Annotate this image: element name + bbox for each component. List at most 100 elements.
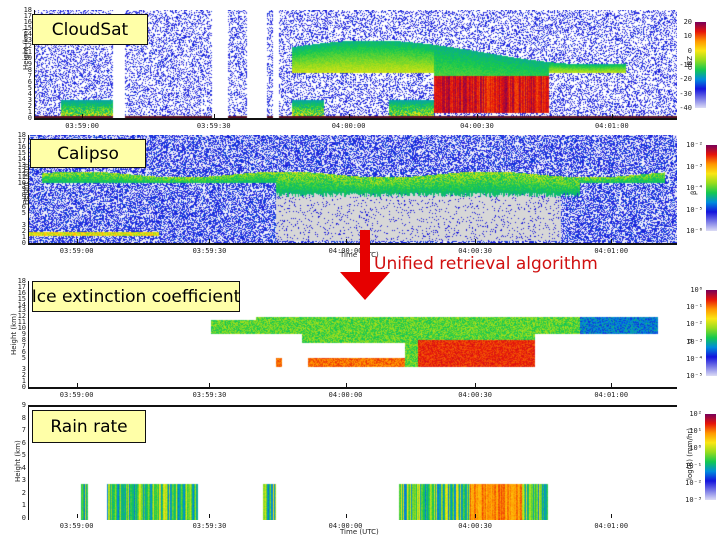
x-tick-mark — [76, 514, 78, 518]
x-tick-label: 04:00:30 — [458, 391, 492, 399]
panel-cloudsat: Height (km) 0 1 2 3 4 5 6 7 8 9 10 11 12 13 14 15 16 17 18… — [0, 0, 720, 130]
x-tick-label: 04:00:30 — [458, 522, 492, 530]
y-tick-label: 17 — [17, 137, 26, 145]
panel-title: Ice extinction coefficient — [32, 281, 240, 312]
x-tick-mark — [209, 383, 211, 387]
y-tick-label: 0 — [21, 514, 26, 522]
y-tick-label: 2 — [21, 227, 26, 235]
y-tick-label: 7 — [21, 426, 26, 435]
colorbar-tick-label: 10 — [683, 32, 692, 41]
y-tick-label: 11 — [17, 173, 26, 181]
x-tick-mark — [475, 239, 477, 243]
y-tick-label: 3 — [21, 476, 26, 485]
arrow-down-icon-shaft — [360, 230, 370, 272]
y-tick-label: 1 — [21, 233, 26, 241]
y-tick-label: 8 — [21, 413, 26, 422]
x-tick-mark — [348, 114, 350, 118]
y-tick-label: 4 — [21, 463, 26, 472]
y-tick-label: 9 — [21, 401, 26, 409]
y-tick-label: 8 — [21, 191, 26, 199]
x-axis-label: Time (UTC) — [340, 528, 379, 536]
y-tick-label: 3 — [21, 221, 26, 229]
x-tick-label: 03:59:30 — [192, 247, 227, 255]
y-tick-label: 10 — [23, 54, 32, 62]
y-tick-label: 18 — [17, 277, 26, 285]
y-tick-label: 14 — [23, 30, 32, 38]
y-tick-label: 3 — [27, 96, 32, 104]
colorbar-tick-label: 10² — [689, 410, 702, 418]
colorbar — [705, 414, 716, 500]
x-tick-mark — [82, 114, 84, 118]
y-tick-label: 0 — [21, 239, 26, 247]
x-tick-mark — [611, 239, 613, 243]
colorbar-tick-label: -40 — [679, 104, 692, 112]
colorbar-tick-label: 0 — [687, 46, 692, 55]
colorbar-tick-label: 10⁻⁵ — [686, 372, 703, 380]
colorbar-tick-label: 10⁻² — [686, 141, 703, 149]
y-tick-label: 12 — [23, 42, 32, 50]
y-tick-label: 7 — [27, 72, 32, 80]
y-tick-label: 12 — [17, 167, 26, 175]
colorbar-tick-label: 10⁻⁵ — [686, 205, 703, 214]
panel-title: CloudSat — [32, 14, 148, 45]
x-tick-label: 04:01:00 — [594, 522, 629, 530]
y-tick-label: 6 — [21, 203, 26, 211]
colorbar-label: log(R) (mm/hr) — [686, 428, 694, 480]
y-tick-label: 5 — [21, 451, 26, 460]
y-tick-label: 15 — [23, 24, 32, 32]
panel-title: Calipso — [30, 139, 146, 168]
x-tick-label: 03:59:00 — [59, 247, 94, 255]
y-tick-label: 15 — [17, 149, 26, 157]
colorbar-tick-label: 10⁰ — [690, 286, 703, 294]
y-tick-label: 1 — [21, 501, 26, 510]
colorbar-tick-label: -20 — [679, 75, 692, 84]
colorbar-tick-label: 10⁻² — [686, 320, 703, 329]
y-tick-label: 9 — [21, 185, 26, 193]
y-tick-label: 13 — [23, 36, 32, 44]
y-tick-label: 7 — [21, 197, 26, 205]
x-tick-label: 03:59:00 — [59, 391, 94, 399]
y-tick-label: 6 — [27, 78, 32, 86]
x-tick-mark — [209, 239, 211, 243]
y-tick-label: 1 — [27, 108, 32, 116]
y-tick-label: 2 — [27, 102, 32, 110]
y-tick-label: 2 — [21, 488, 26, 497]
y-tick-label: 5 — [27, 84, 32, 92]
colorbar-tick-label: 10⁻⁶ — [686, 227, 703, 235]
x-tick-mark — [76, 383, 78, 387]
x-tick-mark — [475, 514, 477, 518]
colorbar — [706, 145, 717, 231]
x-tick-mark — [476, 114, 478, 118]
y-tick-label: 3 — [21, 365, 26, 374]
arrow-down-icon — [340, 272, 390, 300]
colorbar-tick-label: 10⁻⁴ — [686, 354, 703, 363]
y-tick-label: 18 — [17, 131, 26, 139]
y-tick-label: 14 — [17, 155, 26, 163]
colorbar-tick-label: -30 — [679, 89, 692, 98]
x-tick-mark — [611, 114, 613, 118]
colorbar-tick-label: 20 — [683, 18, 692, 26]
y-tick-label: 4 — [27, 90, 32, 98]
x-tick-label: 04:01:00 — [594, 391, 629, 399]
x-tick-mark — [345, 514, 347, 518]
y-tick-label: 8 — [27, 66, 32, 74]
y-tick-label: 17 — [23, 12, 32, 20]
panel-rain-rate: Height (km) 0123456789 Rain rate 03:59:0… — [0, 400, 720, 540]
y-tick-label: 10 — [17, 179, 26, 187]
y-tick-label: 18 — [23, 6, 32, 14]
y-tick-label: 0 — [27, 114, 32, 122]
x-tick-label: 04:01:00 — [594, 247, 629, 255]
y-tick-label: 6 — [21, 438, 26, 447]
colorbar-tick-label: 10⁻¹ — [686, 303, 703, 312]
colorbar-label: dBZ — [686, 55, 694, 70]
x-tick-mark — [345, 239, 347, 243]
x-tick-label: 03:59:30 — [192, 522, 227, 530]
x-tick-label: 04:00:00 — [328, 391, 363, 399]
x-tick-mark — [345, 383, 347, 387]
x-tick-label: 03:59:00 — [59, 522, 94, 530]
x-tick-mark — [209, 514, 211, 518]
x-tick-mark — [475, 383, 477, 387]
colorbar-tick-label: 10⁻³ — [685, 496, 702, 504]
x-tick-mark — [76, 239, 78, 243]
y-tick-label: 11 — [23, 48, 32, 56]
